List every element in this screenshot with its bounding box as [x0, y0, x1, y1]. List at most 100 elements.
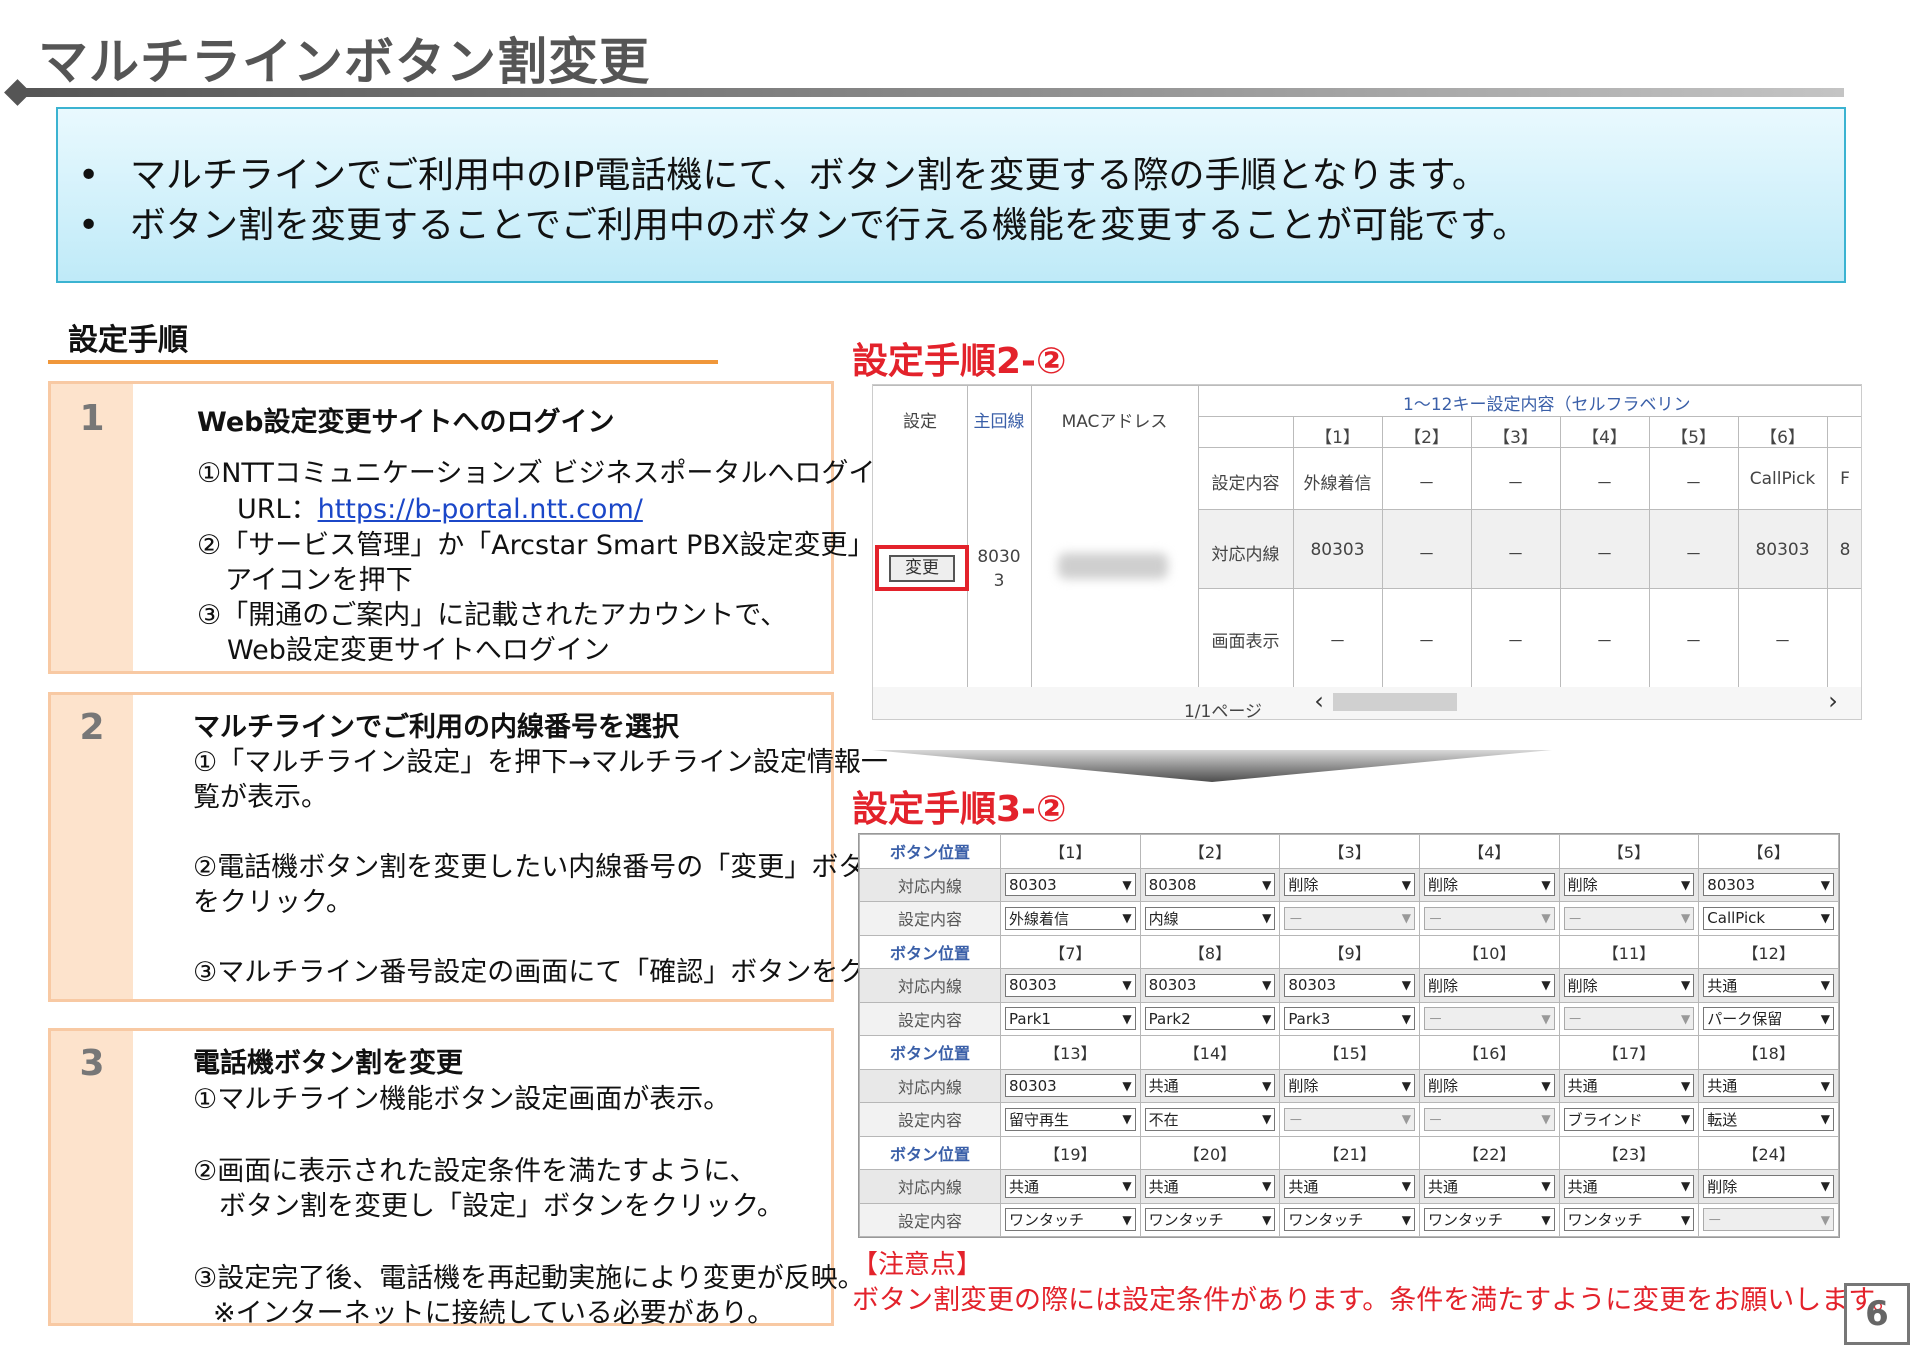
setting-select[interactable]: 転送 ▼ — [1703, 1107, 1834, 1131]
grid-position-row: ボタン位置 【19】 【20】 【21】 【22】 【23】 【24】 — [859, 1135, 1839, 1170]
select-value: 80308 — [1148, 875, 1197, 894]
setting-cell: Park3 ▼ — [1279, 1001, 1420, 1036]
display-cell-2: － — [1418, 632, 1435, 652]
chevron-down-icon: ▼ — [1262, 911, 1272, 926]
notice-heading: 【注意点】 — [852, 1250, 983, 1280]
line-select[interactable]: 削除 ▼ — [1423, 1074, 1555, 1098]
setting-select[interactable]: Park3 ▼ — [1284, 1007, 1415, 1031]
line-select[interactable]: 削除 ▼ — [1563, 973, 1695, 997]
line-select[interactable]: 80303 ▼ — [1005, 973, 1136, 997]
chevron-down-icon: ▼ — [1820, 877, 1830, 892]
setting-select[interactable]: CallPick ▼ — [1703, 906, 1834, 930]
line-select[interactable]: 共通 ▼ — [1703, 1074, 1834, 1098]
setting-cell: － ▼ — [1418, 1102, 1560, 1137]
setting-select[interactable]: ワンタッチ ▼ — [1423, 1208, 1555, 1232]
setting-select: － ▼ — [1423, 1007, 1555, 1031]
line-select[interactable]: 共通 ▼ — [1005, 1174, 1136, 1198]
chevron-down-icon: ▼ — [1820, 1112, 1830, 1127]
steps-heading-rule — [48, 360, 718, 364]
horizontal-scrollbar-thumb[interactable] — [1333, 693, 1457, 711]
line-select[interactable]: 80308 ▼ — [1144, 873, 1276, 897]
pos-label: ボタン位置 — [859, 1035, 1001, 1070]
chevron-down-icon: ▼ — [1681, 1212, 1691, 1227]
portal-link[interactable]: https://b-portal.ntt.com/ — [318, 494, 643, 525]
chevron-down-icon: ▼ — [1401, 978, 1411, 993]
line-cell: 共通 ▼ — [1139, 1068, 1281, 1103]
line-select[interactable]: 共通 ▼ — [1563, 1174, 1695, 1198]
setting-select[interactable]: ワンタッチ ▼ — [1144, 1208, 1276, 1232]
chevron-down-icon: ▼ — [1681, 1179, 1691, 1194]
step-2-card: 2 マルチラインでご利用の内線番号を選択 ①「マルチライン設定」を押下→マルチラ… — [48, 692, 971, 1002]
line-select[interactable]: 削除 ▼ — [1423, 873, 1555, 897]
button-position-cell: 【23】 — [1558, 1135, 1700, 1170]
col-main-line-header: 主回線 — [973, 412, 1025, 432]
line-select[interactable]: 共通 ▼ — [1703, 973, 1834, 997]
setting-select[interactable]: ワンタッチ ▼ — [1563, 1208, 1695, 1232]
setting-select: － ▼ — [1423, 1107, 1555, 1131]
setting-select[interactable]: Park1 ▼ — [1005, 1007, 1136, 1031]
line-cell: 削除 ▼ — [1418, 968, 1560, 1003]
line-cell: 共通 ▼ — [1279, 1169, 1420, 1204]
change-button[interactable]: 変更 — [889, 555, 955, 582]
line-select[interactable]: 削除 ▼ — [1284, 873, 1415, 897]
select-value: － — [1567, 909, 1583, 928]
line-select[interactable]: 削除 ▼ — [1284, 1074, 1415, 1098]
chevron-down-icon: ▼ — [1541, 978, 1551, 993]
step-1-line-3: ②「サービス管理」か「Arcstar Smart PBX設定変更」の — [197, 530, 902, 561]
setting-select[interactable]: 内線 ▼ — [1144, 906, 1276, 930]
line-select[interactable]: 共通 ▼ — [1284, 1174, 1415, 1198]
title-underline — [14, 88, 1844, 97]
chevron-down-icon: ▼ — [1122, 978, 1132, 993]
line-select[interactable]: 共通 ▼ — [1144, 1174, 1276, 1198]
line-select[interactable]: 80303 ▼ — [1005, 1074, 1136, 1098]
select-value: 削除 — [1567, 876, 1598, 895]
line-select[interactable]: 80303 ▼ — [1284, 973, 1415, 997]
scroll-left-icon[interactable]: ‹ — [1309, 687, 1329, 715]
line-select[interactable]: 共通 ▼ — [1144, 1074, 1276, 1098]
line-select[interactable]: 削除 ▼ — [1423, 973, 1555, 997]
chevron-down-icon: ▼ — [1681, 911, 1691, 926]
line-select[interactable]: 80303 ▼ — [1144, 973, 1276, 997]
line-select[interactable]: 削除 ▼ — [1703, 1174, 1834, 1198]
line-select[interactable]: 共通 ▼ — [1563, 1074, 1695, 1098]
setting-select[interactable]: ブラインド ▼ — [1563, 1107, 1695, 1131]
chevron-down-icon: ▼ — [1541, 1212, 1551, 1227]
button-position-cell: 【15】 — [1279, 1035, 1420, 1070]
select-value: 削除 — [1288, 1077, 1319, 1096]
line-cell: 共通 ▼ — [1139, 1169, 1281, 1204]
key-header-3: 【3】 — [1493, 428, 1538, 448]
line-select[interactable]: 削除 ▼ — [1563, 873, 1695, 897]
setting-select: － ▼ — [1423, 906, 1555, 930]
step-1-card: 1 Web設定変更サイトへのログイン ①NTTコミュニケーションズ ビジネスポー… — [48, 381, 902, 674]
button-position-cell: 【22】 — [1418, 1135, 1560, 1170]
step-1-number: 1 — [79, 398, 105, 439]
setting-select[interactable]: 留守再生 ▼ — [1005, 1107, 1136, 1131]
setting-select[interactable]: パーク保留 ▼ — [1703, 1007, 1834, 1031]
chevron-down-icon: ▼ — [1122, 1011, 1132, 1026]
setting-select[interactable]: ワンタッチ ▼ — [1284, 1208, 1415, 1232]
setting-select: － ▼ — [1284, 906, 1415, 930]
scroll-right-icon[interactable]: › — [1823, 687, 1843, 715]
select-value: 80303 — [1009, 875, 1057, 894]
setting-select[interactable]: Park2 ▼ — [1144, 1007, 1276, 1031]
key-header-5: 【5】 — [1671, 428, 1716, 448]
line-select[interactable]: 80303 ▼ — [1005, 873, 1136, 897]
setting-select[interactable]: 不在 ▼ — [1144, 1107, 1276, 1131]
title-diamond-icon — [4, 79, 31, 106]
select-value: 80303 — [1148, 976, 1197, 995]
chevron-down-icon: ▼ — [1262, 1011, 1272, 1026]
display-cell-4: － — [1596, 632, 1613, 652]
button-position-cell: 【6】 — [1698, 834, 1839, 869]
line-select[interactable]: 共通 ▼ — [1423, 1174, 1555, 1198]
select-value: Park3 — [1288, 1009, 1331, 1028]
setting-select[interactable]: ワンタッチ ▼ — [1005, 1208, 1136, 1232]
chevron-down-icon: ▼ — [1820, 911, 1830, 926]
setting-select[interactable]: 外線着信 ▼ — [1005, 906, 1136, 930]
line-cell: 共通 ▼ — [1558, 1068, 1700, 1103]
setting-cell-5: － — [1685, 474, 1702, 494]
setting-cell-3: － — [1507, 474, 1524, 494]
setting-cell: Park1 ▼ — [1000, 1001, 1141, 1036]
chevron-down-icon: ▼ — [1262, 1179, 1272, 1194]
line-select[interactable]: 80303 ▼ — [1703, 873, 1834, 897]
setting-cell: 転送 ▼ — [1698, 1102, 1839, 1137]
